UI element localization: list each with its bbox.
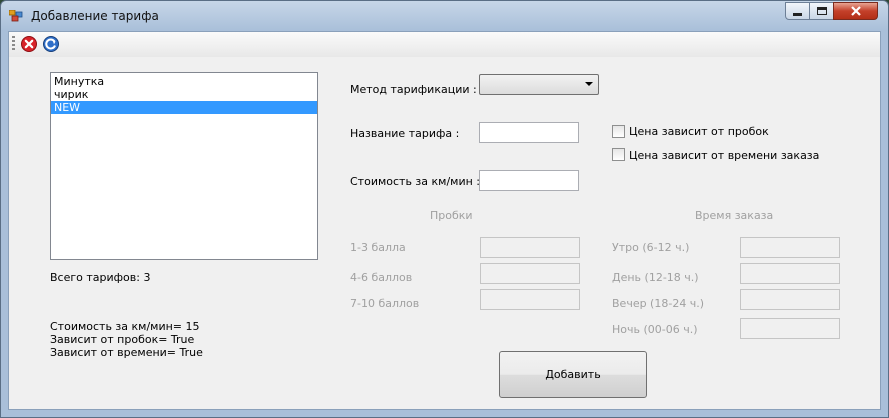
minimize-icon [793,12,802,16]
time-checkbox-label[interactable]: Цена зависит от времени заказа [629,149,819,162]
traffic-7-10-input[interactable] [480,289,580,310]
client-area: Минутка чирик NEW Всего тарифов: 3 Стоим… [8,31,881,410]
chevron-down-icon [585,82,593,86]
add-button[interactable]: Добавить [499,351,647,398]
info-traffic: Зависит от пробок= True [50,333,195,346]
maximize-button[interactable] [809,2,834,20]
traffic-heading: Пробки [430,209,473,222]
evening-input[interactable] [740,289,840,310]
time-row-label: День (12-18 ч.) [612,271,699,284]
minimize-button[interactable] [785,2,810,20]
toolbar [9,32,880,57]
cost-label: Стоимость за км/мин : [350,175,481,188]
list-item[interactable]: Минутка [51,75,317,88]
time-checkbox[interactable] [612,148,625,161]
tariff-list[interactable]: Минутка чирик NEW [50,72,318,260]
info-time: Зависит от времени= True [50,346,203,359]
app-icon [9,10,23,22]
cost-input[interactable] [479,170,579,191]
toolbar-grip[interactable] [12,36,15,52]
close-red-icon[interactable] [20,35,38,53]
name-label: Название тарифа : [350,127,460,140]
traffic-4-6-input[interactable] [480,263,580,284]
method-label: Метод тарификации : [350,83,477,96]
traffic-row-label: 1-3 балла [350,241,406,254]
list-item-selected[interactable]: NEW [51,101,317,114]
close-button[interactable] [833,2,878,20]
time-row-label: Ночь (00-06 ч.) [612,323,698,336]
list-item[interactable]: чирик [51,88,317,101]
window-title: Добавление тарифа [31,9,159,23]
traffic-checkbox-label[interactable]: Цена зависит от пробок [629,125,769,138]
traffic-checkbox[interactable] [612,125,625,138]
traffic-1-3-input[interactable] [480,237,580,258]
time-row-label: Вечер (18-24 ч.) [612,297,705,310]
traffic-row-label: 7-10 баллов [350,297,420,310]
name-input[interactable] [479,122,579,143]
order-time-heading: Время заказа [695,209,774,222]
traffic-row-label: 4-6 баллов [350,271,413,284]
total-tariffs-label: Всего тарифов: 3 [50,271,151,284]
night-input[interactable] [740,318,840,339]
info-price: Стоимость за км/мин= 15 [50,320,200,333]
day-input[interactable] [740,263,840,284]
refresh-blue-icon[interactable] [42,35,60,53]
window: Добавление тарифа Минутка чирик NEW Всег… [0,0,889,418]
method-select[interactable] [479,74,599,95]
title-bar[interactable]: Добавление тарифа [1,1,888,31]
time-row-label: Утро (6-12 ч.) [612,241,690,254]
maximize-icon [816,7,827,15]
close-icon [850,6,861,16]
morning-input[interactable] [740,237,840,258]
